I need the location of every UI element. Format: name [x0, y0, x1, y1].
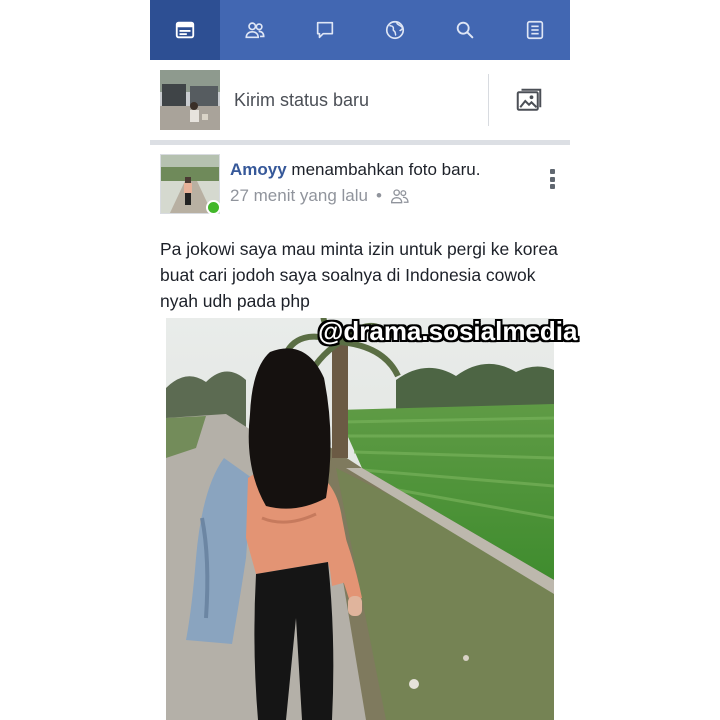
post-options-button[interactable] [540, 166, 564, 192]
post-body-text: Pa jokowi saya mau minta izin untuk perg… [160, 239, 558, 311]
post-timestamp[interactable]: 27 menit yang lalu [230, 186, 368, 206]
composer-avatar[interactable] [160, 70, 220, 130]
status-input[interactable]: Kirim status baru [234, 90, 369, 111]
more-dot [549, 184, 555, 189]
online-status-indicator [206, 200, 221, 215]
post-action-text: menambahkan foto baru. [286, 160, 481, 179]
nav-tab-friends[interactable] [220, 0, 290, 60]
menu-list-icon [526, 20, 544, 40]
post-meta: 27 menit yang lalu • [230, 186, 410, 206]
post-author-name[interactable]: Amoyy [230, 160, 287, 179]
top-nav-bar [150, 0, 570, 60]
nav-tab-notifications[interactable] [360, 0, 430, 60]
nav-tab-search[interactable] [430, 0, 500, 60]
messages-icon [316, 21, 334, 39]
nav-tab-menu[interactable] [500, 0, 570, 60]
nav-tab-messages[interactable] [290, 0, 360, 60]
meta-separator: • [375, 186, 382, 205]
status-composer: Kirim status baru [150, 60, 570, 140]
composer-divider [488, 74, 489, 126]
phone-screen: Kirim status baru Amoyy menambahkan foto… [150, 0, 570, 720]
search-icon [456, 21, 474, 39]
add-photo-button[interactable] [512, 84, 546, 118]
more-dot [549, 176, 555, 182]
news-feed-icon [175, 21, 195, 39]
photo-icon [516, 88, 542, 111]
globe-notifications-icon [385, 20, 405, 40]
nav-tab-news-feed[interactable] [150, 0, 220, 60]
audience-friends-icon [390, 189, 409, 204]
post-photo[interactable] [166, 318, 554, 720]
friends-icon [245, 22, 265, 39]
watermark: @drama.sosialmedia [318, 316, 578, 346]
post-title: Amoyy menambahkan foto baru. [230, 160, 480, 180]
more-dot [549, 169, 555, 174]
feed-separator [150, 140, 570, 145]
